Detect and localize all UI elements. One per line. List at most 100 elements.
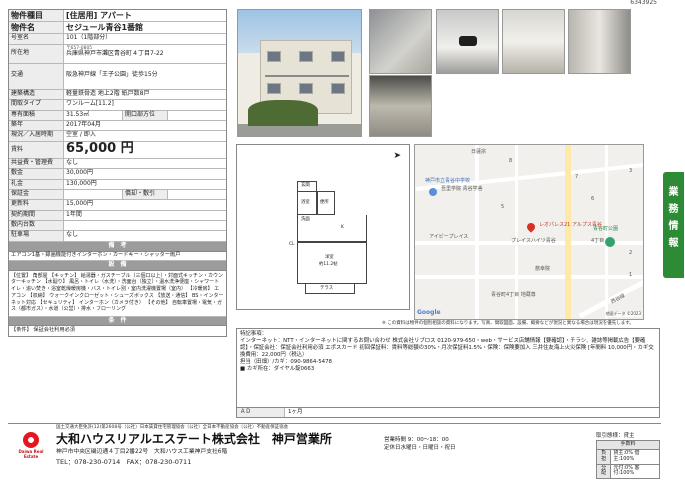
conditions-band: 条 件 <box>9 316 226 327</box>
plan-label-terrace: テラス <box>320 286 334 291</box>
school-icon <box>429 188 437 196</box>
remarks-body: インターネット：NTT・インターネットに関するお問い合わせ 株式会社リブロス 0… <box>240 338 654 359</box>
map-label-num2: 2 <box>629 250 633 256</box>
address-label: 所在地 <box>9 44 64 63</box>
guarantee-value <box>64 190 122 199</box>
disclaimer: ※ この資料は物件の個別相談の資料になります。写真、間取図面、設備、概要などが現… <box>382 321 634 326</box>
spec-row-room: 号室名 101（1階部分） <box>9 34 226 45</box>
map-label-num7: 7 <box>575 174 579 180</box>
map-label-num1: 1 <box>629 272 633 278</box>
address-text: 兵庫県神戸市灘区青谷町４丁目7-22 <box>66 49 164 57</box>
window <box>267 51 281 62</box>
spec-row-guarantee: 保証金 償却・敷引 <box>9 189 226 201</box>
business-info-tab[interactable]: 業務情報 <box>663 172 684 278</box>
map-label-num5: 5 <box>501 204 505 210</box>
floor-plan[interactable]: ➤ 玄関 浴室 便所 洗面 K 洋室 約11.2帖 テラス CL <box>236 144 410 310</box>
name-label: 物件名 <box>9 22 64 34</box>
renewal-label: 更新料 <box>9 200 64 210</box>
company-logo: Daiwa Real Estate <box>13 432 49 464</box>
deal-info: 取引態様：貸主 手数料 負担 貸主:0% 借主:100% 分配 元付:0% 客付… <box>595 432 660 480</box>
parking-label: 駐車場 <box>9 231 64 241</box>
ad-row: ＡＤ 1ヶ月 <box>236 408 660 418</box>
equipment-band: 設 備 <box>9 260 226 271</box>
opening-label: 開口部方位 <box>122 110 168 120</box>
security-camera-icon <box>459 36 477 46</box>
thumbnail-entrance[interactable] <box>502 9 565 74</box>
spec-table: 物件種目 [住居用] アパート 物件名 セジュール青谷1番館 号室名 101（1… <box>8 9 227 338</box>
map-label-place: プレイスハイツ青谷 <box>511 238 556 244</box>
map-label-num3: 3 <box>629 168 633 174</box>
deal-label: 取引態様：貸主 <box>596 433 635 439</box>
spec-row-key-money: 礼金 130,000円 <box>9 179 226 190</box>
park-icon <box>605 237 615 247</box>
window <box>299 83 313 94</box>
ad-label: ＡＤ <box>237 408 285 417</box>
common-label: 共益費・管理費 <box>9 158 64 169</box>
split-label: 分配 <box>595 463 612 480</box>
property-pin-icon[interactable] <box>525 221 537 233</box>
common-value: なし <box>66 158 79 166</box>
remarks-label: 特記事項： <box>240 331 267 337</box>
amortize-value <box>168 190 226 199</box>
renewal-value: 15,000円 <box>66 200 93 208</box>
thumbnail-camera[interactable] <box>436 9 499 74</box>
layout-label: 間取タイプ <box>9 100 64 110</box>
equipment-text: 【位置】 角部屋 【キッチン】 給湯器・ガスチーブル（三個口以上）・対面式キッチ… <box>9 271 226 317</box>
guarantee-label: 保証金 <box>9 189 64 200</box>
location-map[interactable]: 神戸市立青谷中学校 吾里学院 青谷学舎 アイビープレイス プレイスハイツ青谷 レ… <box>414 144 644 320</box>
map-label-school: 神戸市立青谷中学校 <box>425 178 471 184</box>
thumbnail-stairs[interactable] <box>369 9 432 74</box>
remarks-box: 特記事項： インターネット：NTT・インターネットに関するお問い合わせ 株式会社… <box>236 328 660 408</box>
rent-label: 賃料 <box>9 141 64 158</box>
page-id: 6343925 <box>630 0 657 6</box>
fee-table: 手数料 負担 貸主:0% 借主:100% 分配 元付:0% 客付:100% <box>595 440 660 480</box>
rent-value: 65,000 円 <box>66 140 134 156</box>
spec-row-name: 物件名 セジュール青谷1番館 <box>9 22 226 35</box>
map-road <box>415 275 643 279</box>
balcony-rail <box>265 75 349 77</box>
spec-row-renewal: 更新料 15,000円 <box>9 200 226 211</box>
term-value: 1年間 <box>66 210 82 218</box>
amortize-label: 償却・敷引 <box>122 189 168 200</box>
deposit-value: 30,000円 <box>66 169 93 177</box>
access-value: 阪急神戸線「王子公園」徒歩15分 <box>66 70 158 78</box>
map-road <box>475 145 479 319</box>
spec-row-access: 交通 阪急神戸線「王子公園」徒歩15分 <box>9 63 226 90</box>
thumbnail-walkway[interactable] <box>568 9 631 74</box>
plan-label-wc: 便所 <box>320 200 329 205</box>
spec-row-deposit: 敷金 30,000円 <box>9 169 226 180</box>
fee-header: 手数料 <box>596 440 660 451</box>
plan-label-wash: 洗面 <box>301 217 310 222</box>
company-address: 神戸市中央区磯辺通４丁目2番22号 大和ハウス工業神戸支社6階 <box>56 449 228 455</box>
key-money-value: 130,000円 <box>66 179 97 187</box>
map-label-ivy: アイビープレイス <box>429 234 469 240</box>
spec-row-type: 物件種目 [住居用] アパート <box>9 10 226 23</box>
remarks-band: 備 考 <box>9 241 226 252</box>
remarks-text: エアコン1基・録画機能付きインターホン・カードキー・シャッター雨戸 <box>9 252 226 261</box>
opening-value <box>168 111 226 120</box>
plan-label-bath: 浴室 <box>301 200 310 205</box>
plan-label-closet: CL <box>289 242 295 247</box>
compass-icon: ➤ <box>393 151 401 161</box>
name-value: セジュール青谷1番館 <box>66 23 144 33</box>
burden-label: 負担 <box>595 449 612 465</box>
thumbnail-stairwell[interactable] <box>369 75 432 137</box>
remarks-content: 特記事項： インターネット：NTT・インターネットに関するお問い合わせ 株式会社… <box>237 329 659 375</box>
map-label-bridge: 日蓮宗 <box>471 149 487 155</box>
room-value: 101（1階部分） <box>66 34 112 42</box>
plan-label-entry: 玄関 <box>301 183 310 188</box>
structure-value: 軽量鉄骨造 地上2階 紙戸数8戸 <box>66 89 150 97</box>
plan-label-main-room-size: 約11.2帖 <box>319 262 338 267</box>
structure-label: 建築構造 <box>9 89 64 100</box>
building-photo[interactable] <box>237 9 362 137</box>
spec-row-common: 共益費・管理費 なし <box>9 158 226 170</box>
address-value: 〒657-0805 兵庫県神戸市灘区青谷町４丁目7-22 <box>64 45 226 63</box>
window <box>299 51 313 62</box>
spec-row-parking-in: 敷内台数 <box>9 221 226 232</box>
spec-row-structure: 建築構造 軽量鉄骨造 地上2階 紙戸数8戸 <box>9 89 226 101</box>
parking-in-value <box>64 221 226 230</box>
business-info-tab-label: 業務情報 <box>668 187 679 249</box>
association-text: 国土交通大臣免許(12)第2608号（公社）日本賃貸住宅管理協会（公社）全日本不… <box>56 425 289 430</box>
spec-row-layout: 間取タイプ ワンルーム[11.2] <box>9 100 226 111</box>
map-label-num6: 6 <box>591 196 595 202</box>
